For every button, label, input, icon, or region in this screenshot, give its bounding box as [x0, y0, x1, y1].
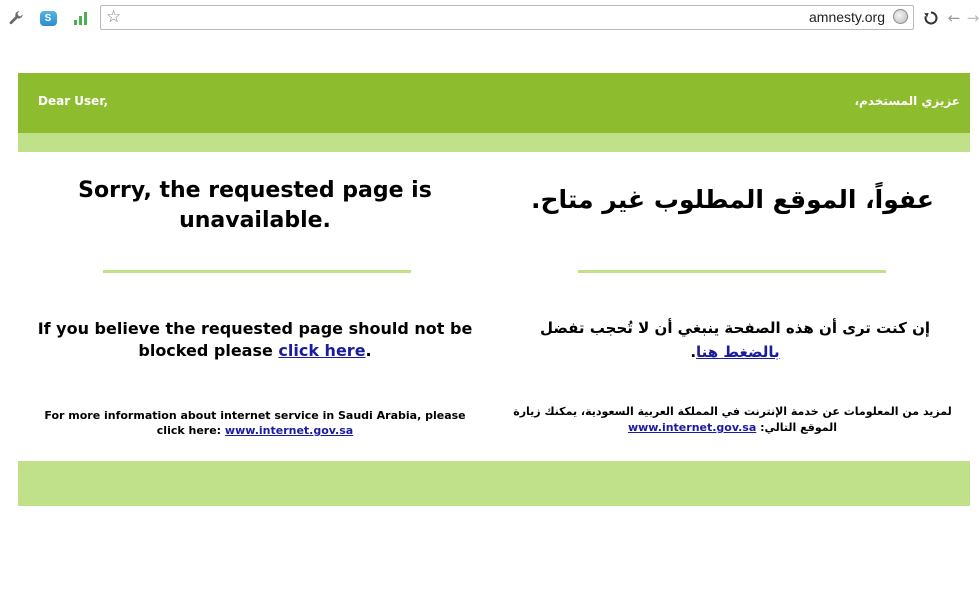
signal-bars-icon[interactable]	[70, 8, 90, 28]
title-arabic: عفواً، الموقع المطلوب غير متاح.	[531, 185, 934, 214]
info-arabic: لمزيد من المعلومات عن خدمة الإنترنت في ا…	[505, 404, 960, 436]
unblock-text-english: If you believe the requested page should…	[37, 319, 473, 360]
forward-arrow-icon[interactable]: →	[966, 8, 980, 28]
header-banner: Dear User, عزيزي المستخدم،	[18, 73, 970, 133]
reload-icon[interactable]	[921, 8, 941, 28]
divider-arabic	[578, 270, 886, 273]
url-text[interactable]: amnesty.org	[809, 9, 885, 25]
back-arrow-icon[interactable]: ←	[944, 8, 964, 28]
wrench-icon[interactable]	[6, 8, 26, 28]
star-icon[interactable]: ☆	[106, 7, 121, 27]
click-here-link[interactable]: click here	[278, 341, 365, 360]
click-here-link-arabic[interactable]: بالضغط هنا	[696, 343, 780, 361]
title-english: Sorry, the requested page is unavailable…	[78, 178, 432, 233]
footer-banner	[18, 461, 970, 506]
address-bar[interactable]: ☆ amnesty.org	[100, 5, 914, 30]
divider-english	[103, 270, 411, 273]
greeting-english: Dear User,	[38, 94, 109, 108]
unblock-text-arabic: إن كنت ترى أن هذه الصفحة ينبغي أن لا تُح…	[539, 319, 931, 337]
skype-icon[interactable]: S	[38, 8, 58, 28]
info-english: For more information about internet serv…	[30, 408, 480, 438]
unblock-message-english: If you believe the requested page should…	[30, 318, 480, 362]
browser-toolbar: S ☆ amnesty.org ← →	[0, 0, 980, 40]
internet-gov-link[interactable]: www.internet.gov.sa	[225, 424, 353, 437]
header-strip	[18, 133, 970, 152]
globe-icon[interactable]	[893, 9, 908, 24]
greeting-arabic: عزيزي المستخدم،	[854, 94, 960, 108]
unblock-message-arabic: إن كنت ترى أن هذه الصفحة ينبغي أن لا تُح…	[510, 316, 960, 364]
unblock-suffix-english: .	[365, 341, 372, 360]
internet-gov-link-arabic[interactable]: www.internet.gov.sa	[628, 421, 756, 434]
